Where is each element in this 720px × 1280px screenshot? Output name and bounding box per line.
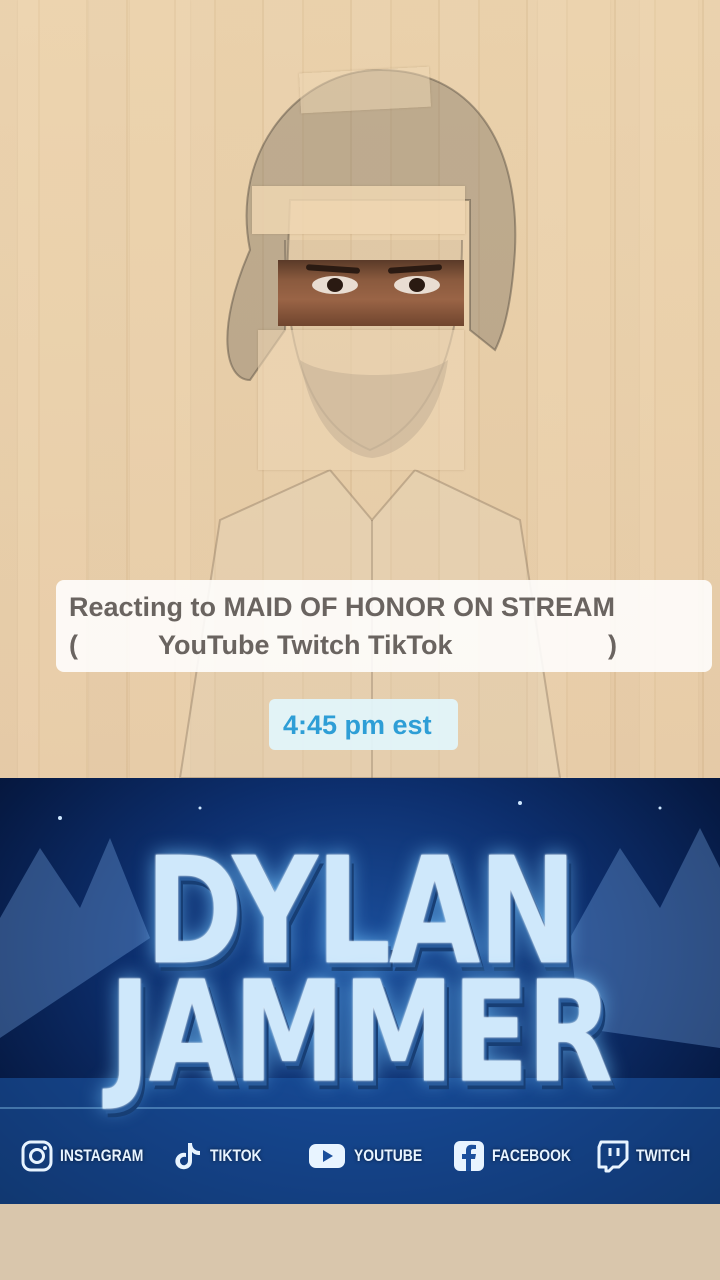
story-caption[interactable]: Reacting to MAID OF HONOR ON STREAM ( Yo…: [56, 580, 712, 672]
caption-line-1: Reacting to MAID OF HONOR ON STREAM: [69, 592, 615, 622]
social-tiktok[interactable]: TIKTOK: [170, 1133, 273, 1179]
eye-left: [312, 276, 358, 294]
caption-platforms: YouTube Twitch TikTok: [158, 630, 453, 660]
time-sticker[interactable]: 4:45 pm est: [269, 699, 458, 750]
social-label: INSTAGRAM: [60, 1146, 144, 1165]
social-label: TIKTOK: [210, 1146, 262, 1165]
banner-title-line-2: JAMMER: [108, 951, 613, 1115]
social-twitch[interactable]: TWITCH: [596, 1133, 702, 1179]
social-label: FACEBOOK: [492, 1146, 572, 1165]
tape-mouth: [258, 330, 464, 470]
eye-photo-strip: [278, 260, 464, 326]
social-label: YOUTUBE: [354, 1146, 423, 1165]
social-links-row: INSTAGRAM TIKTOK YOUTUBE FACEBOOK TWITCH: [0, 1133, 720, 1179]
youtube-icon: [309, 1144, 345, 1168]
social-label: TWITCH: [636, 1146, 691, 1165]
social-instagram[interactable]: INSTAGRAM: [20, 1133, 162, 1179]
instagram-icon: [21, 1140, 53, 1172]
eyebrow-left: [305, 264, 361, 274]
tiktok-icon: [175, 1143, 200, 1170]
eyebrow-right: [387, 264, 443, 274]
facebook-icon: [454, 1141, 484, 1171]
tape-forehead: [252, 186, 465, 234]
social-youtube[interactable]: YOUTUBE: [306, 1133, 437, 1179]
tape-top: [299, 66, 431, 114]
caption-close-paren: ): [608, 630, 617, 660]
stream-time: 4:45 pm est: [283, 710, 432, 740]
bottom-background: [0, 1204, 720, 1280]
social-facebook[interactable]: FACEBOOK: [452, 1133, 588, 1179]
twitch-icon: [597, 1140, 629, 1173]
eye-right: [394, 276, 440, 294]
story-background-image: Reacting to MAID OF HONOR ON STREAM ( Yo…: [0, 0, 720, 778]
caption-open-paren: (: [69, 630, 78, 660]
